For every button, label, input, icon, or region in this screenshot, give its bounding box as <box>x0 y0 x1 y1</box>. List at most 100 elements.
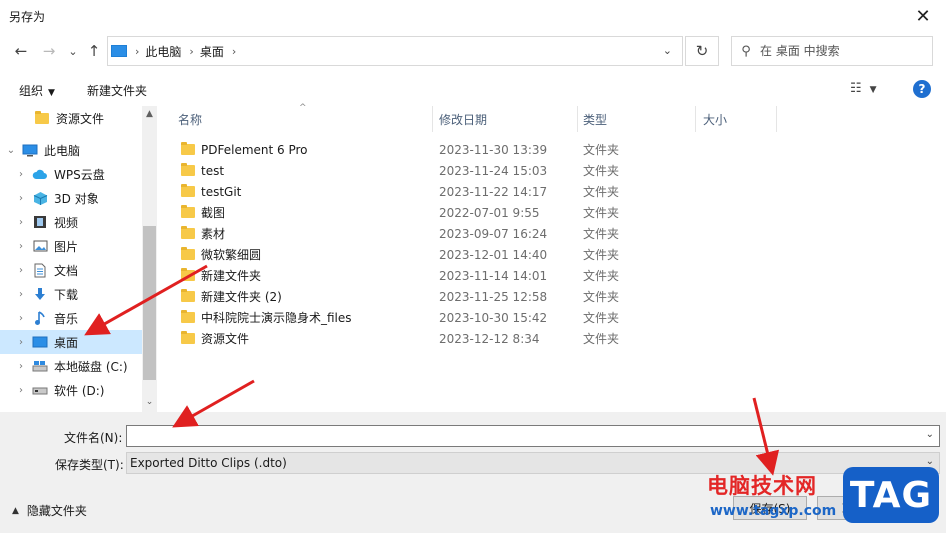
filename-input[interactable] <box>127 426 907 446</box>
organize-button[interactable]: 组织 ▼ <box>19 82 55 99</box>
scroll-up-icon[interactable]: ▲ <box>143 109 156 119</box>
refresh-icon[interactable]: ↻ <box>685 36 719 66</box>
chevron-down-icon[interactable]: ⌄ <box>926 429 934 440</box>
column-divider[interactable] <box>577 106 578 132</box>
sidebar-item-local-disk-c[interactable]: › 本地磁盘 (C:) <box>0 354 142 378</box>
file-date: 2023-11-30 13:39 <box>439 142 548 157</box>
file-name: testGit <box>201 184 242 199</box>
file-type: 文件夹 <box>583 143 620 157</box>
file-name: 素材 <box>201 227 226 241</box>
search-input[interactable] <box>760 44 920 58</box>
expander-icon[interactable]: › <box>14 169 28 180</box>
column-divider[interactable] <box>776 106 777 132</box>
folder-icon <box>181 163 195 176</box>
expander-icon[interactable]: › <box>14 385 28 396</box>
table-row[interactable]: 资源文件 2023-12-12 8:34 文件夹 <box>159 328 946 349</box>
scroll-down-icon[interactable]: ⌄ <box>143 397 156 407</box>
file-name: 微软繁细圆 <box>201 248 262 262</box>
column-divider[interactable] <box>432 106 433 132</box>
table-row[interactable]: testGit 2023-11-22 14:17 文件夹 <box>159 181 946 202</box>
window-title: 另存为 <box>9 10 46 24</box>
column-header-size[interactable]: 大小 <box>703 106 727 132</box>
file-type: 文件夹 <box>583 206 620 220</box>
table-row[interactable]: PDFelement 6 Pro 2023-11-30 13:39 文件夹 <box>159 139 946 160</box>
table-row[interactable]: 新建文件夹 2023-11-14 14:01 文件夹 <box>159 265 946 286</box>
new-folder-button[interactable]: 新建文件夹 <box>87 82 147 99</box>
chevron-down-icon[interactable]: ⌄ <box>926 456 934 467</box>
sidebar-item-documents[interactable]: › 文档 <box>0 258 142 282</box>
sidebar-item-label: 资源文件 <box>56 111 105 126</box>
file-type: 文件夹 <box>583 248 620 262</box>
column-header-type[interactable]: 类型 <box>583 106 607 132</box>
watermark-site-name: 电脑技术网 <box>707 474 817 498</box>
file-type: 文件夹 <box>583 164 620 178</box>
sidebar-item-label: WPS云盘 <box>54 167 105 182</box>
folder-icon <box>181 331 195 344</box>
expander-icon[interactable]: › <box>14 217 28 228</box>
table-row[interactable]: 中科院院士演示隐身术_files 2023-10-30 15:42 文件夹 <box>159 307 946 328</box>
change-view-button[interactable]: ☷ ▼ <box>850 81 877 96</box>
expander-icon[interactable]: › <box>14 265 28 276</box>
help-icon[interactable]: ? <box>913 80 931 98</box>
pc-icon <box>111 45 127 57</box>
expander-icon[interactable]: › <box>14 289 28 300</box>
breadcrumb-desktop[interactable]: 桌面 <box>200 43 224 60</box>
expander-icon[interactable]: ⌄ <box>4 145 18 156</box>
recent-locations-chevron-icon[interactable]: ⌄ <box>62 39 84 63</box>
expander-icon[interactable]: › <box>14 313 28 324</box>
sidebar-scrollbar-thumb[interactable] <box>143 226 156 380</box>
sort-ascending-icon: ^ <box>299 103 307 113</box>
sidebar-item-software-d[interactable]: › 软件 (D:) <box>0 378 142 402</box>
sidebar-item-wps-cloud[interactable]: › WPS云盘 <box>0 162 142 186</box>
table-row[interactable]: 素材 2023-09-07 16:24 文件夹 <box>159 223 946 244</box>
table-row[interactable]: 截图 2022-07-01 9:55 文件夹 <box>159 202 946 223</box>
expander-icon[interactable]: › <box>14 193 28 204</box>
file-name: 中科院院士演示隐身术_files <box>201 311 352 325</box>
command-toolbar: 组织 ▼ 新建文件夹 ☷ ▼ <box>0 76 946 106</box>
back-arrow-icon[interactable]: ← <box>10 39 32 63</box>
expander-icon[interactable]: › <box>14 241 28 252</box>
filename-combobox[interactable]: ⌄ <box>126 425 940 447</box>
table-row[interactable]: 新建文件夹 (2) 2023-11-25 12:58 文件夹 <box>159 286 946 307</box>
file-date: 2022-07-01 9:55 <box>439 205 540 220</box>
column-divider[interactable] <box>695 106 696 132</box>
column-header-date[interactable]: 修改日期 <box>439 106 487 132</box>
cube-icon <box>32 191 48 205</box>
sidebar-item-label: 此电脑 <box>44 143 81 158</box>
address-dropdown-icon[interactable]: ⌄ <box>663 44 672 57</box>
chevron-up-icon: ▲ <box>12 505 19 516</box>
column-header-name[interactable]: 名称 <box>178 106 202 132</box>
sidebar-item-pictures[interactable]: › 图片 <box>0 234 142 258</box>
navigation-bar: ← → ⌄ ↑ › 此电脑 › 桌面 › ⌄ ↻ ⚲ <box>0 34 946 68</box>
sidebar-item-desktop[interactable]: › 桌面 <box>0 330 142 354</box>
up-arrow-icon[interactable]: ↑ <box>83 39 105 63</box>
close-icon[interactable]: ✕ <box>900 0 946 32</box>
address-bar[interactable]: › 此电脑 › 桌面 › ⌄ <box>107 36 683 66</box>
sidebar-item-3d-objects[interactable]: › 3D 对象 <box>0 186 142 210</box>
search-box[interactable]: ⚲ <box>731 36 933 66</box>
filetype-select[interactable]: Exported Ditto Clips (.dto) ⌄ <box>126 452 940 474</box>
expander-icon[interactable]: › <box>14 361 28 372</box>
file-date: 2023-12-01 14:40 <box>439 247 548 262</box>
sidebar-item-label: 音乐 <box>54 311 79 326</box>
table-row[interactable]: 微软繁细圆 2023-12-01 14:40 文件夹 <box>159 244 946 265</box>
filetype-value: Exported Ditto Clips (.dto) <box>130 456 287 470</box>
view-list-icon: ☷ <box>850 81 862 96</box>
hide-folders-toggle[interactable]: ▲ 隐藏文件夹 <box>12 502 87 519</box>
breadcrumb-this-pc[interactable]: 此电脑 <box>145 43 181 60</box>
forward-arrow-icon[interactable]: → <box>38 39 60 63</box>
breadcrumb-separator-icon: › <box>231 44 237 58</box>
file-type: 文件夹 <box>583 332 620 346</box>
sidebar-item-videos[interactable]: › 视频 <box>0 210 142 234</box>
expander-icon[interactable]: › <box>14 337 28 348</box>
sidebar-item-downloads[interactable]: › 下载 <box>0 282 142 306</box>
sidebar-item-resource-files[interactable]: 资源文件 <box>0 106 142 130</box>
chevron-down-icon: ▼ <box>48 88 55 98</box>
table-row[interactable]: test 2023-11-24 15:03 文件夹 <box>159 160 946 181</box>
file-name: 新建文件夹 <box>201 269 262 283</box>
folder-icon <box>181 226 195 239</box>
file-type: 文件夹 <box>583 269 620 283</box>
sidebar-item-music[interactable]: › 音乐 <box>0 306 142 330</box>
file-date: 2023-12-12 8:34 <box>439 331 540 346</box>
sidebar-item-this-pc[interactable]: ⌄ 此电脑 <box>0 138 142 162</box>
